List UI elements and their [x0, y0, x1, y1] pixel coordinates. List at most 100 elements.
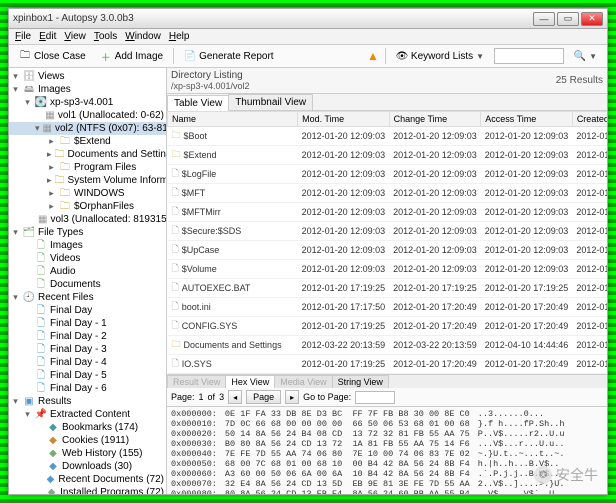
page-prev-button[interactable]: ◂ [228, 390, 242, 404]
keyword-search-input[interactable] [494, 48, 564, 64]
table-cell: 2012-01-20 12:09:03 [389, 127, 481, 146]
table-row[interactable]: 🗋$Volume2012-01-20 12:09:032012-01-20 12… [168, 260, 608, 279]
tab-string-view[interactable]: String View [332, 375, 389, 388]
tree-ext-4[interactable]: ◆Recent Documents (72) [9, 473, 166, 486]
tree-twisty[interactable]: ▾ [11, 83, 20, 96]
table-row[interactable]: 🗀$Boot2012-01-20 12:09:032012-01-20 12:0… [168, 127, 608, 146]
tree-ft-0[interactable]: 🗋Images [9, 239, 166, 252]
tree-ext-1[interactable]: ◆Cookies (1911) [9, 434, 166, 447]
tree-vol2-child-5[interactable]: ▸🗀$OrphanFiles [9, 200, 166, 213]
close-case-button[interactable]: 🗀 Close Case [15, 48, 90, 64]
tree-results[interactable]: ▾▣Results [9, 395, 166, 408]
tree-vol2-child-0[interactable]: ▸🗀$Extend [9, 135, 166, 148]
table-row[interactable]: 🗀$Extend2012-01-20 12:09:032012-01-20 12… [168, 146, 608, 165]
tree-twisty[interactable]: ▾ [23, 408, 32, 421]
tree-ext-0[interactable]: ◆Bookmarks (174) [9, 421, 166, 434]
generate-report-button[interactable]: 📄 Generate Report [180, 48, 278, 64]
table-row[interactable]: 🗋CONFIG.SYS2012-01-20 17:19:252012-01-20… [168, 317, 608, 336]
tree-recent-0[interactable]: 🗋Final Day [9, 304, 166, 317]
table-cell: 2012-01-20 12:09:03 [481, 203, 573, 222]
tree-recent[interactable]: ▾🕘Recent Files [9, 291, 166, 304]
goto-page-input[interactable] [355, 391, 395, 404]
tree-ext-2[interactable]: ◆Web History (155) [9, 447, 166, 460]
tab-hex-view[interactable]: Hex View [225, 375, 275, 388]
tree-vol2-child-2[interactable]: ▸🗀Program Files [9, 161, 166, 174]
tree-vol2[interactable]: ▾▦vol2 (NTFS (0x07): 63-8193149) [9, 122, 166, 135]
tree-vol1[interactable]: ▦vol1 (Unallocated: 0-62) [9, 109, 166, 122]
tree-node-icon: 🗋 [35, 370, 47, 382]
warning-icon[interactable]: ▲ [367, 49, 379, 63]
file-table-wrap[interactable]: NameMod. TimeChange TimeAccess TimeCreat… [167, 111, 607, 374]
tree-twisty[interactable]: ▸ [47, 148, 52, 161]
tree-node-icon: 💽 [35, 97, 47, 109]
tab-table-view[interactable]: Table View [167, 95, 229, 111]
menu-window[interactable]: Window [125, 31, 161, 42]
table-row[interactable]: 🗋AUTOEXEC.BAT2012-01-20 17:19:252012-01-… [168, 279, 608, 298]
table-row[interactable]: 🗋$LogFile2012-01-20 12:09:032012-01-20 1… [168, 165, 608, 184]
minimize-button[interactable]: — [533, 12, 555, 26]
tree-vol2-child-4[interactable]: ▸🗀WINDOWS [9, 187, 166, 200]
table-cell: 2012-04-10 14:44:46 [481, 336, 573, 355]
tree-ft-1[interactable]: 🗋Videos [9, 252, 166, 265]
col-name[interactable]: Name [168, 112, 298, 127]
tree-extracted[interactable]: ▾📌Extracted Content [9, 408, 166, 421]
tree-twisty[interactable]: ▾ [11, 395, 20, 408]
tab-media-view[interactable]: Media View [274, 375, 332, 388]
tree-vol2-child-1[interactable]: ▸🗀Documents and Settings [9, 148, 166, 161]
tree-twisty[interactable]: ▸ [47, 187, 56, 200]
tab-thumbnail-view[interactable]: Thumbnail View [228, 94, 313, 110]
close-button[interactable]: ✕ [581, 12, 603, 26]
tree-ft-2[interactable]: 🗋Audio [9, 265, 166, 278]
tree-images[interactable]: ▾🖴Images [9, 83, 166, 96]
maximize-button[interactable]: ▭ [557, 12, 579, 26]
tree-twisty[interactable]: ▸ [47, 174, 52, 187]
table-cell: 2012-01-20 12:09:03 [572, 184, 607, 203]
tree-twisty[interactable]: ▾ [35, 122, 40, 135]
col-access-time[interactable]: Access Time [481, 112, 573, 127]
tree-twisty[interactable]: ▾ [23, 96, 32, 109]
menu-tools[interactable]: Tools [94, 31, 117, 42]
col-change-time[interactable]: Change Time [389, 112, 481, 127]
tree-views[interactable]: ▾🗄Views [9, 70, 166, 83]
tree-ext-5[interactable]: ◆Installed Programs (72) [9, 486, 166, 494]
tree-vol2-child-3[interactable]: ▸🗀System Volume Information [9, 174, 166, 187]
tree-recent-6[interactable]: 🗋Final Day - 6 [9, 382, 166, 395]
search-button[interactable]: 🔍 ▼ [570, 48, 601, 64]
navigation-tree[interactable]: ▾🗄Views▾🖴Images▾💽xp-sp3-v4.001 ▦vol1 (Un… [9, 68, 167, 494]
tree-twisty[interactable]: ▸ [47, 200, 56, 213]
add-image-button[interactable]: ＋ Add Image [96, 48, 167, 64]
menu-view[interactable]: View [64, 31, 86, 42]
menu-help[interactable]: Help [169, 31, 190, 42]
tree-image-host[interactable]: ▾💽xp-sp3-v4.001 [9, 96, 166, 109]
tree-twisty[interactable]: ▾ [11, 226, 20, 239]
table-row[interactable]: 🗋$UpCase2012-01-20 12:09:032012-01-20 12… [168, 241, 608, 260]
tree-recent-5[interactable]: 🗋Final Day - 5 [9, 369, 166, 382]
page-button[interactable]: Page [246, 390, 281, 404]
table-row[interactable]: 🗋$MFT2012-01-20 12:09:032012-01-20 12:09… [168, 184, 608, 203]
col-mod-time[interactable]: Mod. Time [298, 112, 390, 127]
tab-result-view[interactable]: Result View [167, 375, 226, 388]
tree-ext-3[interactable]: ◆Downloads (30) [9, 460, 166, 473]
table-row[interactable]: 🗋IO.SYS2012-01-20 17:19:252012-01-20 17:… [168, 355, 608, 374]
search-icon: 🔍 [574, 50, 586, 62]
keyword-lists-button[interactable]: 👁 Keyword Lists ▼ [392, 48, 488, 64]
table-row[interactable]: 🗋$Secure:$SDS2012-01-20 12:09:032012-01-… [168, 222, 608, 241]
tree-filetypes[interactable]: ▾🗂File Types [9, 226, 166, 239]
page-next-button[interactable]: ▸ [285, 390, 299, 404]
tree-twisty[interactable]: ▾ [11, 291, 20, 304]
menu-file[interactable]: File [15, 31, 31, 42]
tree-recent-4[interactable]: 🗋Final Day - 4 [9, 356, 166, 369]
col-created-time[interactable]: Created Time [572, 112, 607, 127]
table-row[interactable]: 🗋boot.ini2012-01-20 17:17:502012-01-20 1… [168, 298, 608, 317]
tree-twisty[interactable]: ▾ [11, 70, 20, 83]
tree-recent-3[interactable]: 🗋Final Day - 3 [9, 343, 166, 356]
tree-recent-2[interactable]: 🗋Final Day - 2 [9, 330, 166, 343]
tree-recent-1[interactable]: 🗋Final Day - 1 [9, 317, 166, 330]
tree-twisty[interactable]: ▸ [47, 161, 56, 174]
tree-ft-3[interactable]: 🗋Documents [9, 278, 166, 291]
tree-vol3[interactable]: ▦vol3 (Unallocated: 8193150-10485215) [9, 213, 166, 226]
menu-edit[interactable]: Edit [39, 31, 56, 42]
table-row[interactable]: 🗋$MFTMirr2012-01-20 12:09:032012-01-20 1… [168, 203, 608, 222]
tree-twisty[interactable]: ▸ [47, 135, 56, 148]
table-row[interactable]: 🗀Documents and Settings2012-03-22 20:13:… [168, 336, 608, 355]
